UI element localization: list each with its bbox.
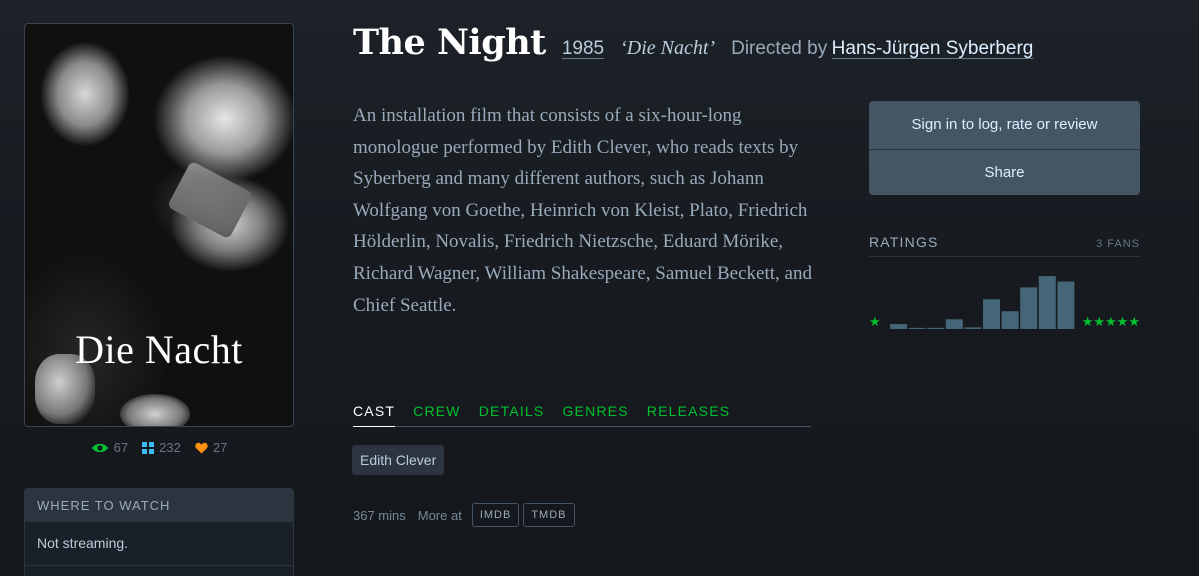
synopsis: An installation film that consists of a … [353,105,812,316]
high-stars-icon: ★★★★★ [1082,315,1140,330]
poster-hand-figure-2 [120,394,190,426]
poster-camera-figure [166,160,254,240]
imdb-link[interactable]: IMDB [471,503,520,527]
sign-in-button[interactable]: Sign in to log, rate or review [869,101,1140,150]
watches-stat[interactable]: 67 [91,440,128,455]
original-title: ‘Die Nacht’ [620,37,716,59]
lists-stat[interactable]: 232 [142,440,181,455]
actions-panel: Sign in to log, rate or review Share [869,101,1140,195]
likes-stat[interactable]: 27 [195,440,227,455]
where-to-watch-panel: WHERE TO WATCH Not streaming. [24,488,294,576]
ratings-histogram: ★ ★★★★★ [869,276,1140,330]
watches-count: 67 [113,440,129,455]
where-to-watch-header: WHERE TO WATCH [25,489,293,522]
histogram-bar[interactable] [1038,276,1056,329]
tab-genres[interactable]: GENRES [562,403,628,427]
ratings-title[interactable]: RATINGS [869,234,939,250]
eye-icon [91,443,108,452]
film-header: The Night 1985 ‘Die Nacht’ Directed by H… [353,22,1033,63]
fans-count[interactable]: 3 FANS [1096,238,1140,250]
histogram-bar[interactable] [983,299,1000,329]
film-title: The Night [353,22,546,63]
release-year-link[interactable]: 1985 [562,38,604,60]
histogram-bar[interactable] [964,327,982,329]
histogram-bar[interactable] [1057,281,1075,330]
histogram-bar[interactable] [927,327,945,329]
heart-icon [195,442,208,453]
tab-details[interactable]: DETAILS [479,403,545,427]
streaming-status: Not streaming. [25,522,293,566]
film-poster[interactable]: Die Nacht [24,23,294,427]
tab-crew[interactable]: CREW [413,403,461,427]
histogram-bar[interactable] [890,324,907,329]
directed-by-label: Directed by [731,38,828,59]
lists-count: 232 [159,440,181,455]
share-button[interactable]: Share [869,150,1140,195]
runtime: 367 mins [353,507,406,523]
poster-title-text: Die Nacht [75,327,243,372]
tab-cast[interactable]: CAST [353,403,396,427]
likes-count: 27 [212,440,228,455]
director-link[interactable]: Hans-Jürgen Syberberg [832,38,1034,59]
histogram-bar[interactable] [908,327,926,329]
more-at-label: More at [417,507,462,523]
histogram-bar[interactable] [1001,311,1019,329]
lists-grid-icon [142,441,155,454]
tmdb-link[interactable]: TMDB [523,503,575,527]
film-stats: 67 232 27 [24,440,294,455]
ratings-section: RATINGS 3 FANS ★ ★★★★★ [869,234,1140,330]
low-star-icon: ★ [869,315,881,330]
tab-releases[interactable]: RELEASES [647,403,731,427]
film-tabs: CAST CREW DETAILS GENRES RELEASES [353,403,811,427]
film-meta: 367 mins More at IMDB TMDB [353,503,575,527]
cast-member-chip[interactable]: Edith Clever [352,445,445,475]
histogram-bar[interactable] [945,319,963,329]
histogram-bar[interactable] [1020,287,1038,329]
